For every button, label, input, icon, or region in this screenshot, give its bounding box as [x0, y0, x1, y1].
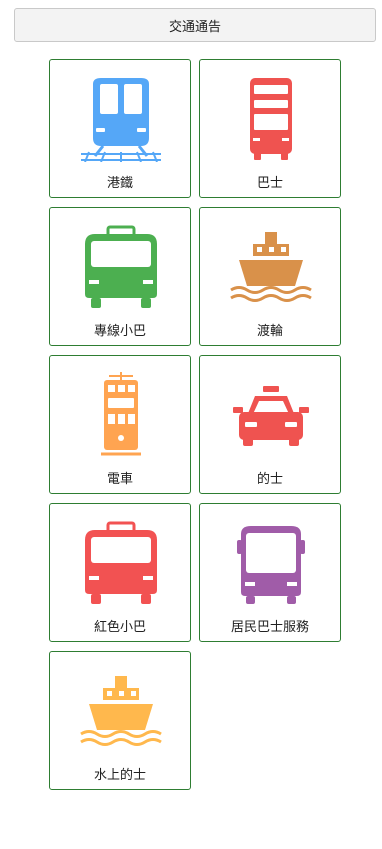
tile-label: 電車 [106, 472, 133, 487]
taxi-icon [233, 386, 309, 446]
tile-label: 水上的士 [93, 768, 146, 783]
tile-label: 渡輪 [256, 324, 283, 339]
tile-mtr[interactable]: 港鐵 [49, 59, 191, 198]
tile-taxi[interactable]: 的士 [199, 355, 341, 494]
tile-water-taxi[interactable]: 水上的士 [49, 651, 191, 790]
water-taxi-icon [80, 676, 162, 746]
tile-label: 巴士 [256, 176, 283, 191]
tile-red-minibus[interactable]: 紅色小巴 [49, 503, 191, 642]
tile-label: 居民巴士服務 [230, 620, 309, 635]
residents-bus-icon [237, 526, 305, 604]
tile-bus[interactable]: 巴士 [199, 59, 341, 198]
tram-icon [101, 372, 141, 456]
tile-tram[interactable]: 電車 [49, 355, 191, 494]
tile-ferry[interactable]: 渡輪 [199, 207, 341, 346]
tile-label: 港鐵 [106, 176, 133, 191]
tile-label: 專線小巴 [93, 324, 146, 339]
tile-residents-bus[interactable]: 居民巴士服務 [199, 503, 341, 642]
tile-label: 的士 [256, 472, 283, 487]
green-minibus-icon [85, 225, 157, 308]
mtr-train-icon [81, 78, 161, 162]
traffic-notice-button[interactable]: 交通通告 [14, 8, 376, 42]
double-decker-bus-icon [250, 78, 292, 160]
tile-label: 紅色小巴 [93, 620, 146, 635]
red-minibus-icon [85, 521, 157, 604]
tile-green-minibus[interactable]: 專線小巴 [49, 207, 191, 346]
ferry-icon [230, 232, 312, 302]
